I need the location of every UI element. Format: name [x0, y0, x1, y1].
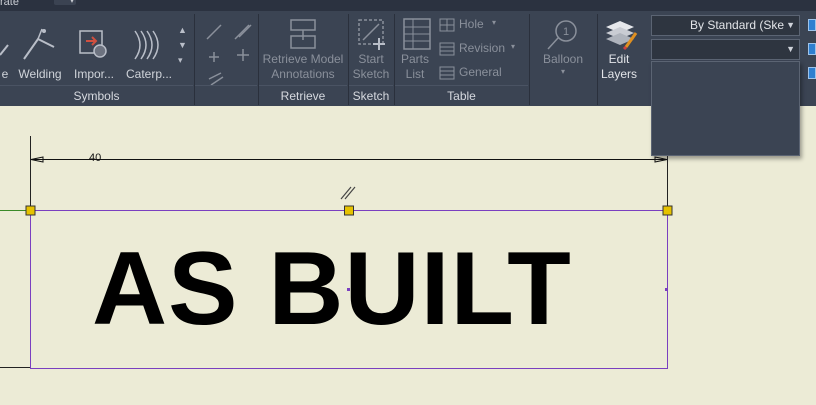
grip-right[interactable] [662, 205, 673, 216]
dimension-value[interactable]: 40 [89, 152, 101, 164]
as-built-text-note[interactable]: AS BUILT [92, 237, 572, 341]
parallel-constraint-icon[interactable] [340, 186, 356, 200]
grip-middle[interactable] [344, 205, 354, 216]
grip-left[interactable] [25, 205, 36, 216]
node-marker [665, 288, 668, 291]
